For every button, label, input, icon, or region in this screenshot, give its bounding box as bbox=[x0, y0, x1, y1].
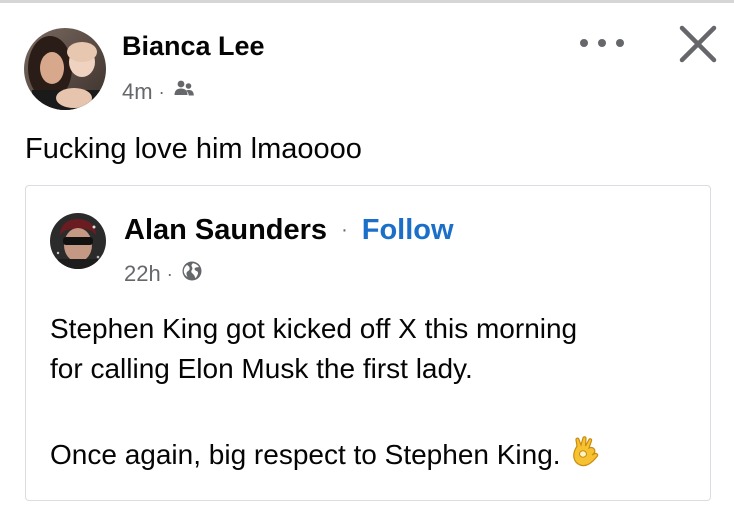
shared-author-name[interactable]: Alan Saunders bbox=[124, 214, 327, 247]
post-time[interactable]: 4m bbox=[122, 79, 153, 105]
post-text: Fucking love him lmaoooo bbox=[25, 133, 362, 165]
close-button[interactable] bbox=[676, 22, 720, 66]
meta-separator: · bbox=[166, 263, 173, 284]
shared-post-text-line: for calling Elon Musk the first lady. bbox=[50, 353, 473, 384]
shared-post-meta: 22h · bbox=[124, 260, 203, 288]
shared-post-time[interactable]: 22h bbox=[124, 261, 161, 287]
meta-separator: · bbox=[158, 81, 165, 102]
ok-hand-emoji-icon bbox=[571, 434, 603, 479]
shared-post-card[interactable]: Alan Saunders · Follow 22h · Stephen Kin… bbox=[25, 185, 711, 501]
more-options-dot bbox=[616, 39, 624, 47]
shared-post-text-line: Stephen King got kicked off X this morni… bbox=[50, 313, 578, 344]
top-divider bbox=[0, 0, 734, 3]
more-options-button[interactable] bbox=[580, 28, 624, 58]
author-avatar[interactable] bbox=[24, 28, 106, 110]
friends-icon[interactable] bbox=[173, 78, 195, 106]
shared-post-text-line: Once again, big respect to Stephen King. bbox=[50, 434, 603, 479]
more-options-icon bbox=[580, 39, 588, 47]
close-icon bbox=[679, 25, 717, 63]
shared-post-text: Once again, big respect to Stephen King. bbox=[50, 438, 561, 470]
header-separator: · bbox=[341, 219, 348, 241]
post-meta: 4m · bbox=[122, 78, 195, 106]
author-name[interactable]: Bianca Lee bbox=[122, 31, 265, 62]
more-options-dot bbox=[598, 39, 606, 47]
shared-author-avatar[interactable] bbox=[50, 213, 106, 269]
follow-button[interactable]: Follow bbox=[362, 214, 454, 247]
globe-icon[interactable] bbox=[181, 260, 203, 288]
shared-post-header: Alan Saunders · Follow bbox=[124, 214, 454, 247]
